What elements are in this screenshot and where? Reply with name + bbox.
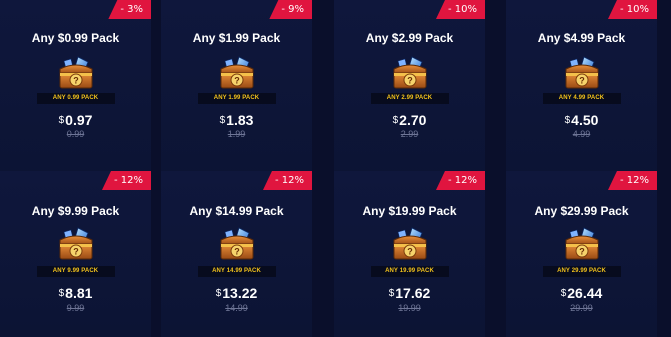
old-price: 4.99 (572, 129, 591, 139)
svg-text:?: ? (579, 76, 585, 86)
price-amount: 0.97 (65, 112, 93, 128)
pack-card[interactable]: - 12% Any $29.99 Pack ? ANY 29.99 PACK $… (506, 171, 657, 337)
pack-title: Any $0.99 Pack (31, 31, 120, 45)
pack-card[interactable]: - 12% Any $9.99 Pack ? ANY 9.99 PACK $8.… (0, 171, 151, 337)
old-price: 0.99 (66, 129, 85, 139)
pack-title: Any $14.99 Pack (189, 204, 284, 218)
mystery-chest-icon: ? (390, 226, 430, 262)
price-amount: 13.22 (222, 285, 258, 301)
pack-title: Any $2.99 Pack (365, 31, 454, 45)
mystery-chest-icon: ? (56, 226, 96, 262)
pack-card[interactable]: - 3% Any $0.99 Pack ? ANY 0.99 PACK $0.9… (0, 0, 151, 184)
currency-symbol: $ (58, 115, 65, 126)
svg-text:?: ? (234, 247, 240, 257)
currency-symbol: $ (392, 115, 399, 126)
pack-title: Any $19.99 Pack (362, 204, 457, 218)
mystery-chest-icon: ? (562, 55, 602, 91)
price-amount: 26.44 (567, 285, 603, 301)
pack-title: Any $1.99 Pack (192, 31, 281, 45)
pack-card[interactable]: - 12% Any $19.99 Pack ? ANY 19.99 PACK $… (334, 171, 485, 337)
pack-card[interactable]: - 9% Any $1.99 Pack ? ANY 1.99 PACK $1.8… (161, 0, 312, 184)
price: $17.62 (334, 285, 485, 303)
pack-grid: - 3% Any $0.99 Pack ? ANY 0.99 PACK $0.9… (0, 0, 671, 337)
price: $2.70 (334, 112, 485, 130)
old-price: 2.99 (400, 129, 419, 139)
pack-title: Any $29.99 Pack (534, 204, 629, 218)
mystery-chest-icon: ? (217, 55, 257, 91)
pack-label: ANY 9.99 PACK (36, 266, 115, 277)
old-price: 9.99 (66, 303, 85, 313)
pack-label: ANY 4.99 PACK (542, 93, 621, 104)
currency-symbol: $ (388, 288, 395, 299)
pack-label: ANY 2.99 PACK (370, 93, 449, 104)
mystery-chest-icon: ? (217, 226, 257, 262)
price-amount: 17.62 (395, 285, 431, 301)
currency-symbol: $ (219, 115, 226, 126)
old-price: 29.99 (570, 303, 593, 313)
pack-title: Any $9.99 Pack (31, 204, 120, 218)
price-amount: 8.81 (65, 285, 93, 301)
card-background (0, 0, 151, 184)
price: $26.44 (506, 285, 657, 303)
pack-label: ANY 1.99 PACK (197, 93, 276, 104)
mystery-chest-icon: ? (390, 55, 430, 91)
svg-text:?: ? (234, 76, 240, 86)
pack-label: ANY 14.99 PACK (197, 266, 276, 277)
card-background (506, 0, 657, 184)
price: $1.83 (161, 112, 312, 130)
svg-text:?: ? (407, 76, 413, 86)
mystery-chest-icon: ? (562, 226, 602, 262)
pack-label: ANY 0.99 PACK (36, 93, 115, 104)
price: $4.50 (506, 112, 657, 130)
currency-symbol: $ (215, 288, 222, 299)
pack-label: ANY 19.99 PACK (370, 266, 449, 277)
old-price: 14.99 (225, 303, 248, 313)
pack-label: ANY 29.99 PACK (542, 266, 621, 277)
price-amount: 4.50 (571, 112, 599, 128)
old-price: 19.99 (398, 303, 421, 313)
mystery-chest-icon: ? (56, 55, 96, 91)
currency-symbol: $ (58, 288, 65, 299)
price: $0.97 (0, 112, 151, 130)
pack-card[interactable]: - 10% Any $2.99 Pack ? ANY 2.99 PACK $2.… (334, 0, 485, 184)
svg-text:?: ? (579, 247, 585, 257)
svg-text:?: ? (73, 247, 79, 257)
pack-title: Any $4.99 Pack (537, 31, 626, 45)
currency-symbol: $ (564, 115, 571, 126)
price-amount: 2.70 (399, 112, 427, 128)
price-amount: 1.83 (226, 112, 254, 128)
pack-card[interactable]: - 12% Any $14.99 Pack ? ANY 14.99 PACK $… (161, 171, 312, 337)
currency-symbol: $ (560, 288, 567, 299)
card-background (334, 0, 485, 184)
svg-text:?: ? (73, 76, 79, 86)
card-background (161, 0, 312, 184)
price: $13.22 (161, 285, 312, 303)
price: $8.81 (0, 285, 151, 303)
old-price: 1.99 (227, 129, 246, 139)
pack-card[interactable]: - 10% Any $4.99 Pack ? ANY 4.99 PACK $4.… (506, 0, 657, 184)
svg-text:?: ? (407, 247, 413, 257)
